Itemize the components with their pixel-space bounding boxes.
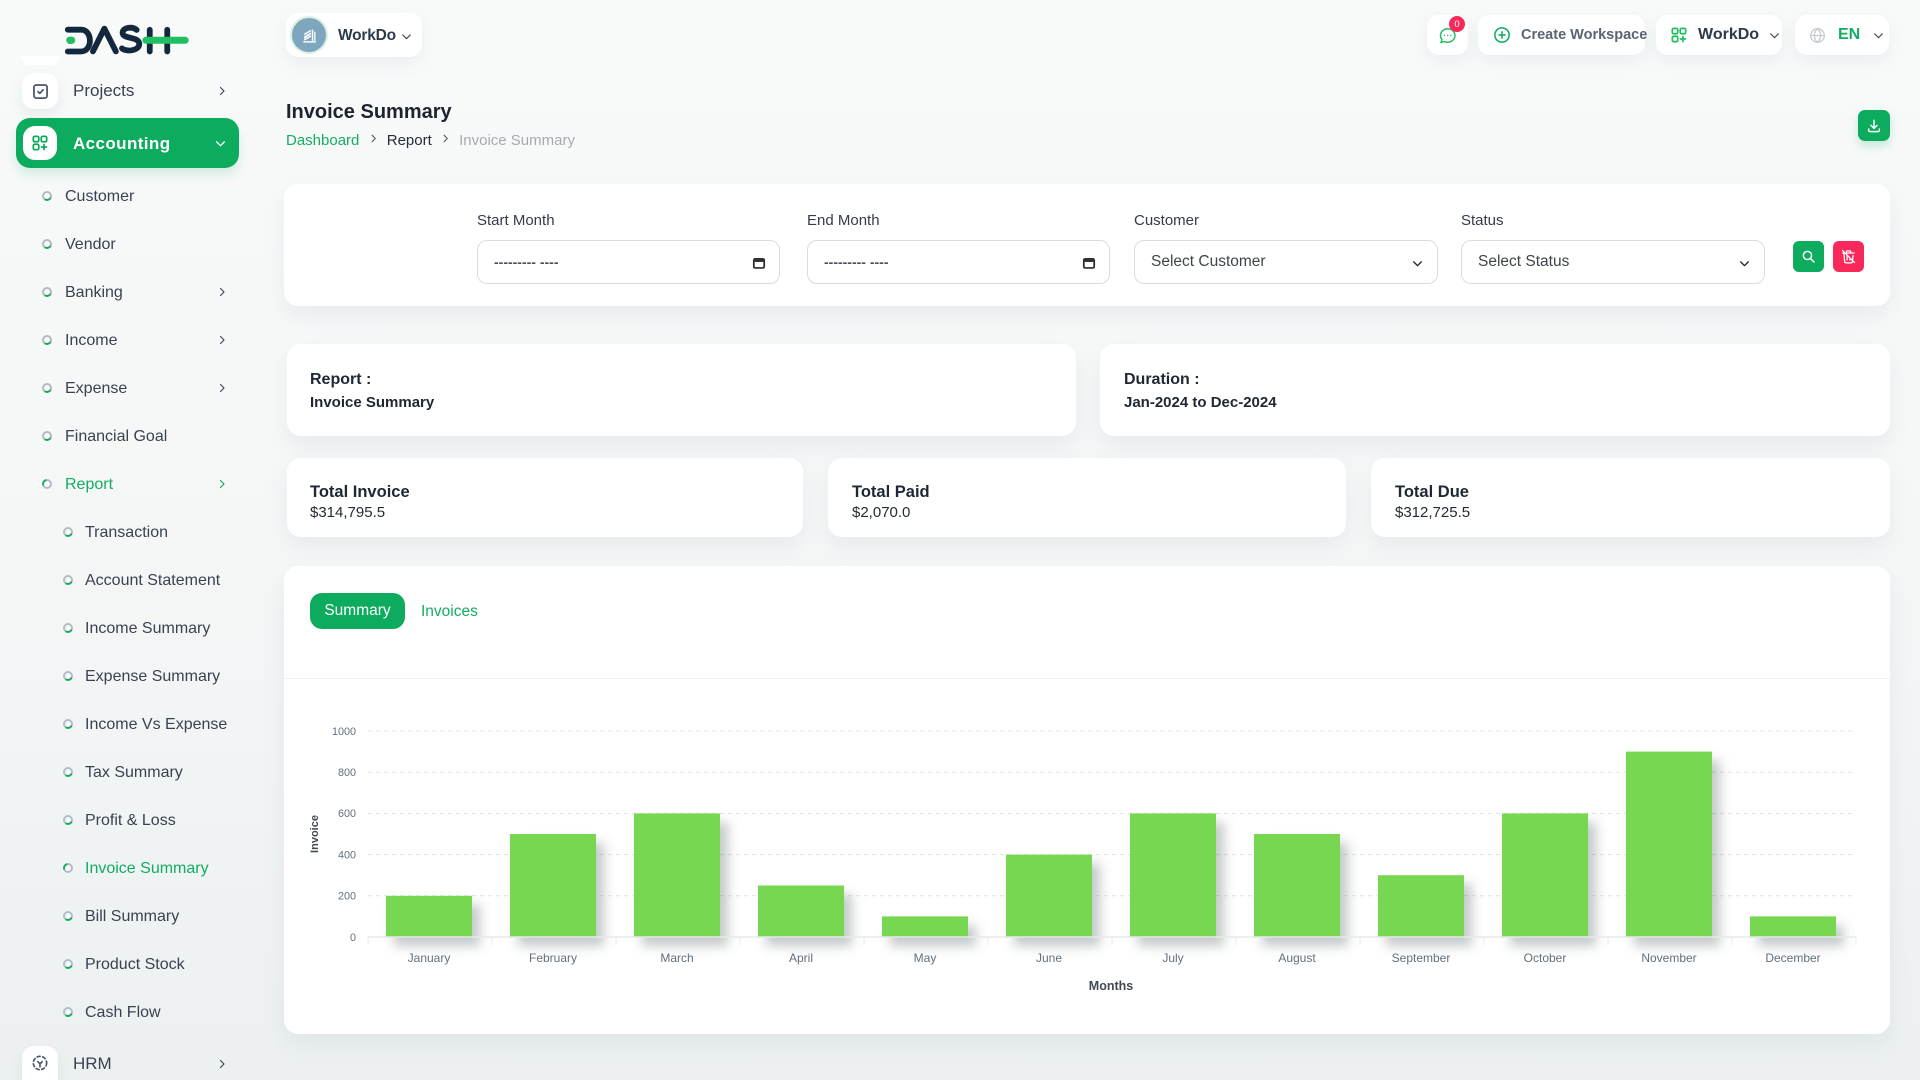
svg-text:0: 0: [350, 932, 356, 944]
svg-text:October: October: [1524, 951, 1567, 965]
svg-text:March: March: [660, 951, 693, 965]
svg-text:December: December: [1765, 951, 1820, 965]
svg-text:800: 800: [338, 767, 356, 779]
svg-text:January: January: [408, 951, 451, 965]
svg-text:November: November: [1641, 951, 1696, 965]
svg-text:April: April: [789, 951, 813, 965]
svg-text:July: July: [1162, 951, 1183, 965]
svg-text:400: 400: [338, 849, 356, 861]
svg-text:200: 200: [338, 891, 356, 903]
svg-text:June: June: [1036, 951, 1062, 965]
svg-text:February: February: [529, 951, 577, 965]
svg-text:Months: Months: [1089, 979, 1133, 993]
svg-text:May: May: [914, 951, 937, 965]
svg-text:600: 600: [338, 808, 356, 820]
svg-text:Invoice: Invoice: [309, 815, 321, 853]
svg-text:September: September: [1392, 951, 1451, 965]
svg-text:1000: 1000: [332, 726, 356, 738]
svg-text:August: August: [1278, 951, 1316, 965]
